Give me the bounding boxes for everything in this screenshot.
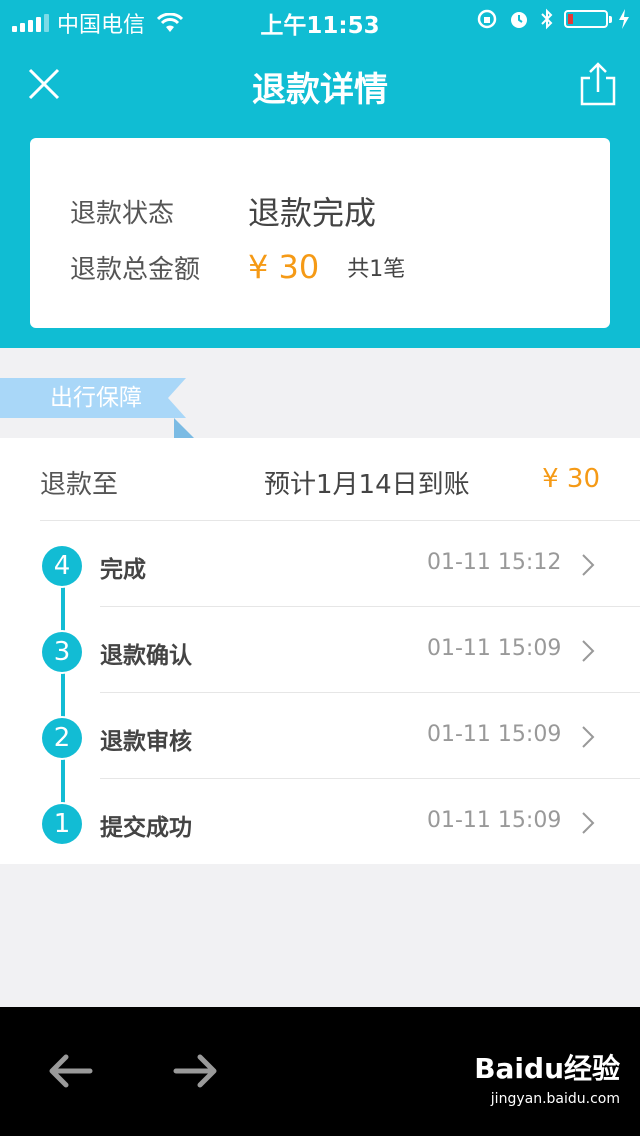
step-number: 4 <box>42 546 82 586</box>
step-name: 完成 <box>100 557 146 583</box>
refund-total-amount: ¥ 30 <box>248 248 320 286</box>
browser-toolbar: Baidu经验 jingyan.baidu.com <box>0 1007 640 1136</box>
share-icon[interactable] <box>578 60 618 108</box>
step-time: 01-11 15:09 <box>427 636 562 661</box>
chevron-right-icon <box>582 640 595 662</box>
step-number: 2 <box>42 718 82 758</box>
watermark-url: jingyan.baidu.com <box>490 1091 620 1107</box>
estimated-arrival: 预计1月14日到账 <box>264 470 470 500</box>
status-bar: 中国电信 上午11:53 <box>0 0 640 40</box>
refund-detail-panel: 退款至 预计1月14日到账 ¥ 30 4 完成 01-11 15:12 3 退款… <box>0 438 640 864</box>
chevron-right-icon <box>582 812 595 834</box>
chevron-right-icon <box>582 554 595 576</box>
tag-fold <box>174 418 194 438</box>
step-name: 退款确认 <box>100 643 192 669</box>
page-title: 退款详情 <box>252 70 388 110</box>
timeline-step[interactable]: 4 完成 01-11 15:12 <box>0 522 640 608</box>
arrow-left-icon[interactable] <box>46 1051 94 1091</box>
timeline-step[interactable]: 1 提交成功 01-11 15:09 <box>0 780 640 866</box>
category-tag-label: 出行保障 <box>50 385 142 411</box>
refund-status-label: 退款状态 <box>70 198 175 229</box>
rotation-lock-icon <box>477 9 497 29</box>
category-tag: 出行保障 <box>0 378 186 418</box>
watermark: Baidu经验 jingyan.baidu.com <box>474 1047 620 1107</box>
chevron-right-icon <box>582 726 595 748</box>
divider <box>40 520 640 521</box>
step-time: 01-11 15:12 <box>427 550 562 575</box>
refund-summary-card: 退款状态 退款完成 退款总金额 ¥ 30 共1笔 <box>30 138 610 328</box>
refund-count: 共1笔 <box>347 257 406 282</box>
arrow-right-icon[interactable] <box>172 1051 220 1091</box>
watermark-brand: Baidu经验 <box>474 1052 620 1085</box>
refund-total-label: 退款总金额 <box>70 254 201 285</box>
alarm-icon <box>511 12 527 28</box>
step-number: 1 <box>42 804 82 844</box>
step-name: 提交成功 <box>100 815 192 841</box>
divider <box>100 778 640 779</box>
refund-destination-label: 退款至 <box>40 470 119 500</box>
timeline-step[interactable]: 3 退款确认 01-11 15:09 <box>0 608 640 694</box>
step-time: 01-11 15:09 <box>427 722 562 747</box>
battery-icon <box>564 10 612 28</box>
navigation-bar: 退款详情 <box>0 48 640 120</box>
step-number: 3 <box>42 632 82 672</box>
timeline-step[interactable]: 2 退款审核 01-11 15:09 <box>0 694 640 780</box>
step-name: 退款审核 <box>100 729 192 755</box>
refund-amount: ¥ 30 <box>542 464 600 494</box>
step-time: 01-11 15:09 <box>427 808 562 833</box>
charging-icon <box>619 9 629 29</box>
bluetooth-icon <box>541 8 553 30</box>
refund-status-value: 退款完成 <box>248 194 377 232</box>
divider <box>100 692 640 693</box>
divider <box>100 606 640 607</box>
